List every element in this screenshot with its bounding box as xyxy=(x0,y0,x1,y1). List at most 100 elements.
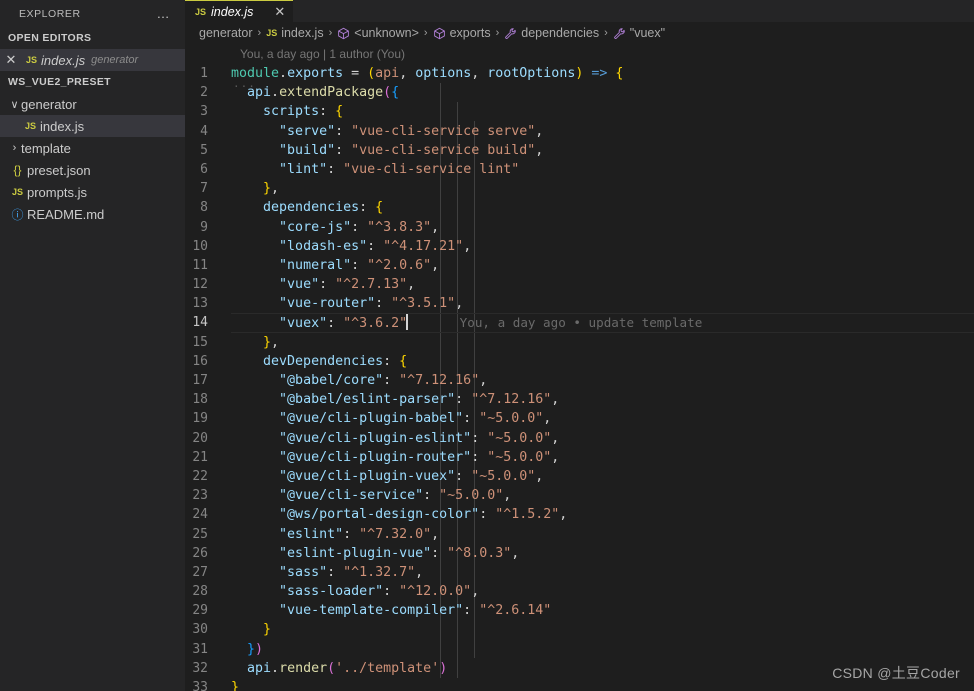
code-token: { xyxy=(399,353,408,369)
code-token: : xyxy=(375,296,392,312)
breadcrumb-label: exports xyxy=(449,26,491,40)
code-line[interactable]: 8 dependencies: { xyxy=(185,198,974,217)
file-tree-item-generator[interactable]: ∨ generator xyxy=(0,93,185,115)
code-line[interactable]: 22 "@vue/cli-plugin-vuex": "~5.0.0", xyxy=(185,467,974,486)
code-line[interactable]: 21 "@vue/cli-plugin-router": "~5.0.0", xyxy=(185,448,974,467)
chevron-right-icon[interactable]: › xyxy=(8,142,21,154)
code-token: } xyxy=(263,181,272,197)
code-token: : xyxy=(471,449,488,465)
symbol-cube-icon xyxy=(338,27,350,39)
open-editor-description: generator xyxy=(91,54,139,66)
code-line[interactable]: 19 "@vue/cli-plugin-babel": "~5.0.0", xyxy=(185,409,974,428)
code-line[interactable]: 29 "vue-template-compiler": "^2.6.14" xyxy=(185,601,974,620)
code-token: "^7.12.16" xyxy=(471,392,552,408)
code-token: devDependencies xyxy=(263,353,384,369)
code-token: "@vue/cli-service" xyxy=(279,488,424,504)
code-line[interactable]: 28 "sass-loader": "^12.0.0", xyxy=(185,582,974,601)
breadcrumb-separator: › xyxy=(257,27,262,39)
line-content: "lodash-es": "^4.17.21", xyxy=(231,237,974,256)
code-token: : xyxy=(471,430,488,446)
code-line[interactable]: 12 "vue": "^2.7.13", xyxy=(185,275,974,294)
code-line[interactable]: 15 }, xyxy=(185,333,974,352)
code-line[interactable]: 23 "@vue/cli-service": "~5.0.0", xyxy=(185,486,974,505)
code-token: "@vue/cli-plugin-vuex" xyxy=(279,468,456,484)
tab-label: index.js xyxy=(211,4,254,19)
code-token: "@babel/core" xyxy=(279,373,384,388)
line-content: module.exports = (api, options, rootOpti… xyxy=(231,64,974,83)
code-line[interactable]: 18 "@babel/eslint-parser": "^7.12.16", xyxy=(185,390,974,409)
breadcrumb-segment[interactable]: JS index.js xyxy=(266,26,323,40)
code-line[interactable]: 14 "vuex": "^3.6.2" You, a day ago • upda… xyxy=(185,313,974,333)
code-line[interactable]: 3 scripts: { xyxy=(185,102,974,121)
workspace-label: WS_VUE2_PRESET xyxy=(8,76,111,88)
breadcrumb-segment[interactable]: "vuex" xyxy=(613,26,665,40)
close-icon[interactable]: ✕ xyxy=(274,5,285,18)
code-token: "eslint-plugin-vue" xyxy=(279,545,432,561)
code-line[interactable]: 6 "lint": "vue-cli-service lint" xyxy=(185,160,974,179)
code-lines: 1 module.exports = (api, options, rootOpt… xyxy=(185,64,974,691)
code-editor[interactable]: 1 module.exports = (api, options, rootOpt… xyxy=(185,64,974,691)
file-tree-item-preset-json[interactable]: {} preset.json xyxy=(0,159,185,181)
code-token: : xyxy=(383,353,400,369)
file-tree-item-index-js[interactable]: JS index.js xyxy=(0,115,185,137)
code-token: "sass-loader" xyxy=(279,584,384,600)
code-line[interactable]: 10 "lodash-es": "^4.17.21", xyxy=(185,237,974,256)
code-line[interactable]: 5 "build": "vue-cli-service build", xyxy=(185,141,974,160)
code-token: ( xyxy=(383,85,392,101)
line-number: 10 xyxy=(192,238,208,254)
code-line[interactable]: 17 "@babel/core": "^7.12.16", xyxy=(185,371,974,390)
tab-index-js[interactable]: JS index.js ✕ xyxy=(185,0,294,22)
line-content: api.extendPackage({ xyxy=(231,83,974,102)
line-number: 30 xyxy=(192,622,208,638)
code-line[interactable]: 4 "serve": "vue-cli-service serve", xyxy=(185,122,974,141)
breadcrumb-segment[interactable]: generator xyxy=(199,26,253,40)
code-line[interactable]: 7 }, xyxy=(185,179,974,198)
line-number: 26 xyxy=(192,545,208,561)
open-editors-header[interactable]: OPEN EDITORS xyxy=(0,27,185,49)
code-token: } xyxy=(263,334,272,350)
code-line[interactable]: 11 "numeral": "^2.0.6", xyxy=(185,256,974,275)
breadcrumb-segment[interactable]: <unknown> xyxy=(337,26,419,40)
workspace-header[interactable]: WS_VUE2_PRESET xyxy=(0,71,185,93)
code-token: => xyxy=(583,66,616,81)
code-line[interactable]: 27 "sass": "^1.32.7", xyxy=(185,563,974,582)
code-token: { xyxy=(615,66,624,81)
line-content: }, xyxy=(231,179,974,198)
js-file-icon: JS xyxy=(195,6,207,17)
code-token: "build" xyxy=(279,142,336,158)
code-token: , xyxy=(271,181,280,197)
breadcrumb-segment[interactable]: dependencies xyxy=(504,26,599,40)
code-line[interactable]: 9 "core-js": "^3.8.3", xyxy=(185,218,974,237)
code-token: , xyxy=(551,392,560,408)
open-editor-item[interactable]: ✕ JS index.js generator xyxy=(0,49,185,71)
line-content: "vue-template-compiler": "^2.6.14" xyxy=(231,601,974,620)
line-content: "core-js": "^3.8.3", xyxy=(231,218,974,237)
breadcrumb-segment[interactable]: exports xyxy=(433,26,491,40)
line-number: 23 xyxy=(192,488,208,504)
code-line[interactable]: 16 devDependencies: { xyxy=(185,352,974,371)
code-line[interactable]: 20 "@vue/cli-plugin-eslint": "~5.0.0", xyxy=(185,429,974,448)
file-tree-item-prompts-js[interactable]: JS prompts.js xyxy=(0,181,185,203)
code-line[interactable]: 25 "eslint": "^7.32.0", xyxy=(185,525,974,544)
code-token: "lint" xyxy=(279,161,328,177)
code-token: "vue-cli-service lint" xyxy=(343,161,520,177)
code-line[interactable]: 26 "eslint-plugin-vue": "^8.0.3", xyxy=(185,544,974,563)
chevron-down-icon[interactable]: ∨ xyxy=(8,98,21,111)
code-line[interactable]: 30 } xyxy=(185,620,974,639)
file-tree-item-template[interactable]: › template xyxy=(0,137,185,159)
code-line[interactable]: 2 api.extendPackage({ xyxy=(185,83,974,102)
close-icon[interactable]: ✕ xyxy=(0,52,22,68)
code-line[interactable]: 24 "@ws/portal-design-color": "^1.5.2", xyxy=(185,505,974,524)
code-token: , xyxy=(431,257,440,273)
code-token: , xyxy=(431,219,440,235)
code-line[interactable]: 1 module.exports = (api, options, rootOpt… xyxy=(185,64,974,83)
more-actions-icon[interactable]: … xyxy=(157,6,178,21)
file-tree-item-readme-md[interactable]: ⓘ README.md xyxy=(0,203,185,225)
code-line[interactable]: 31 }) xyxy=(185,640,974,659)
code-line[interactable]: 13 "vue-router": "^3.5.1", xyxy=(185,294,974,313)
file-tree-item-label: index.js xyxy=(40,118,85,134)
